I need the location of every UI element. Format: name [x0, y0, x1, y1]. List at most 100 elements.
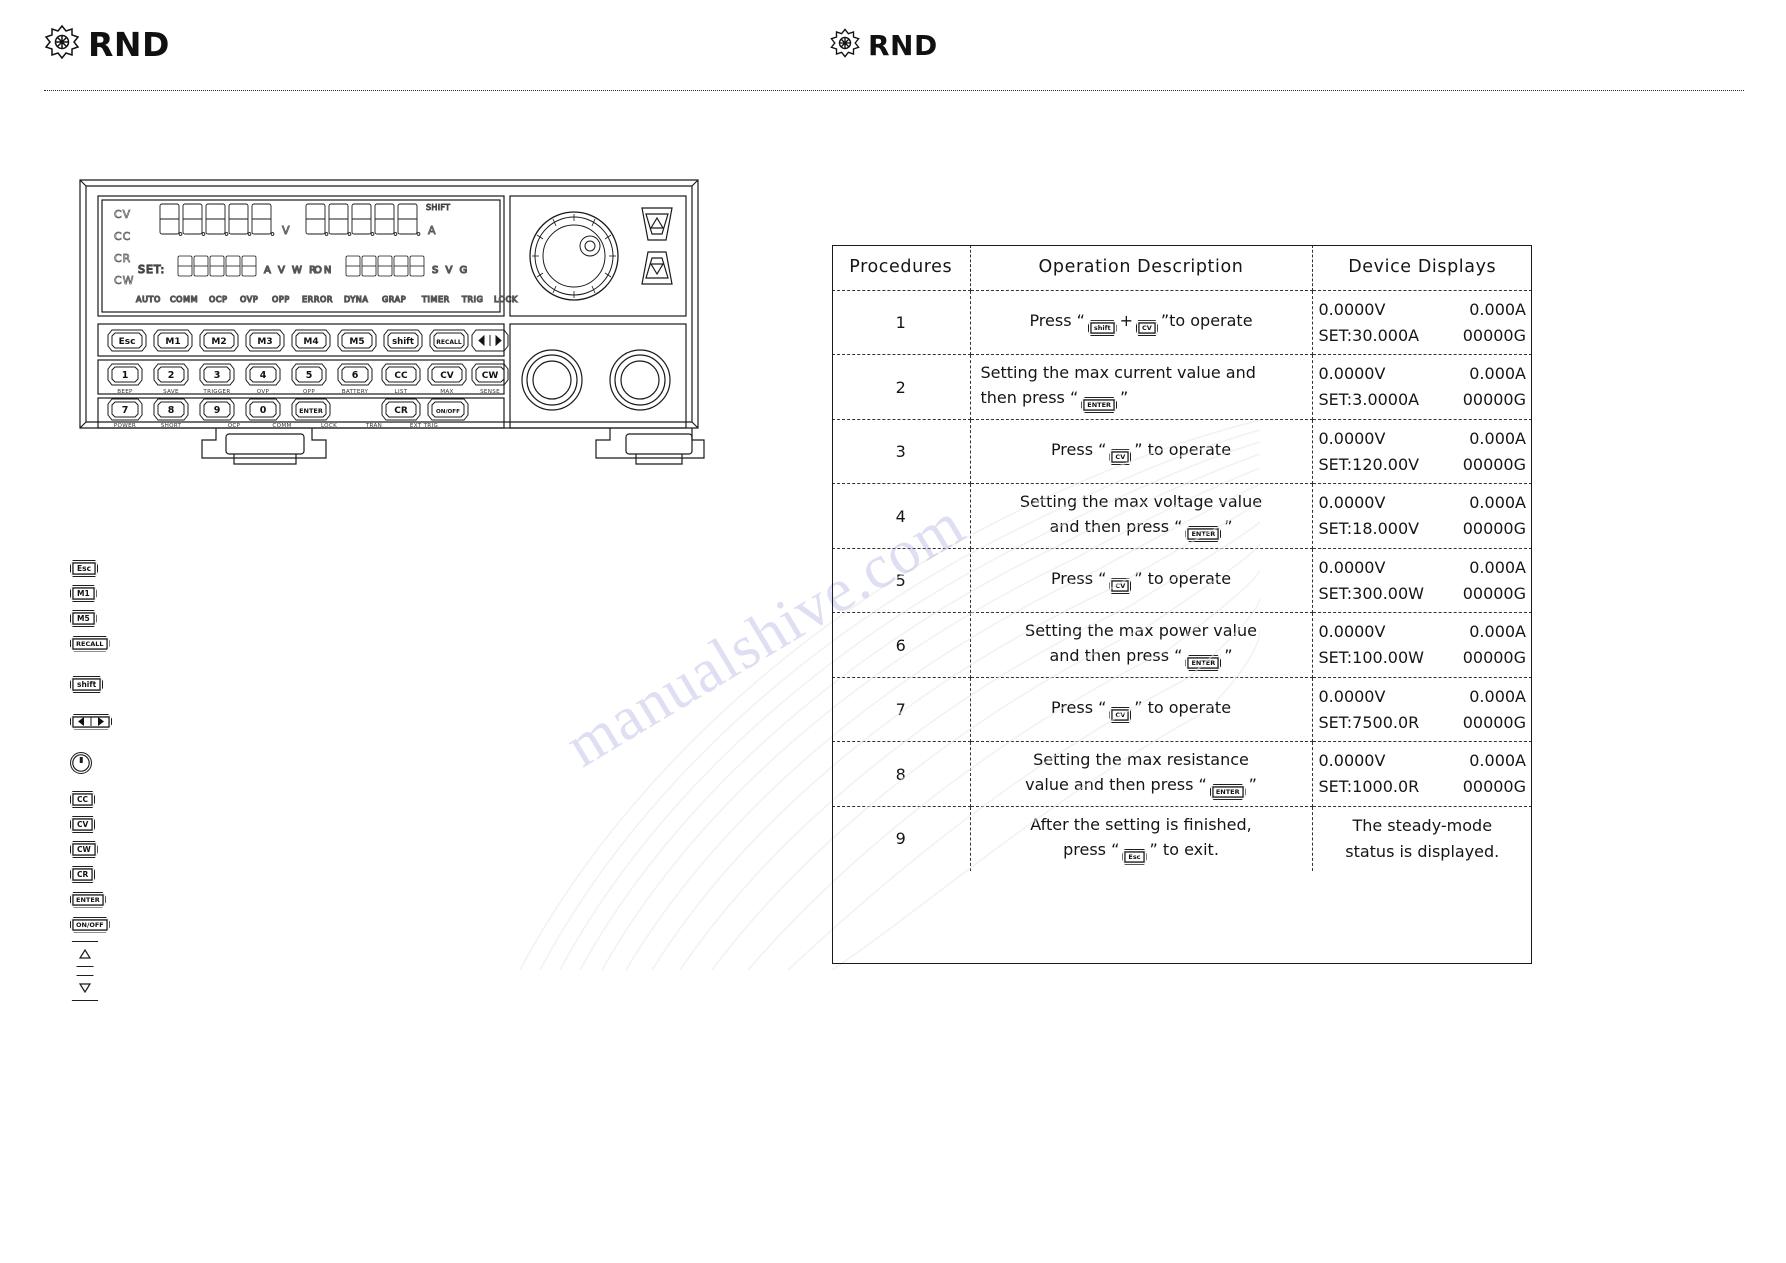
- svg-text:M5: M5: [349, 337, 364, 347]
- desc-line2-wrap: and then press “ENTER”: [977, 644, 1306, 671]
- svg-text:COMM: COMM: [272, 423, 291, 429]
- desc-text-post: ” to operate: [1134, 440, 1232, 460]
- row-number: 9: [832, 806, 971, 871]
- desc-text-line2: then press “: [980, 387, 1079, 407]
- display-aux-value: 00000G: [1462, 325, 1526, 345]
- display-current: 0.000A: [1469, 751, 1526, 771]
- desc-text-mid: +: [1119, 311, 1133, 331]
- display-current: 0.000A: [1469, 686, 1526, 706]
- key-left-right-arrows[interactable]: [70, 713, 112, 730]
- row-number: 6: [832, 612, 971, 678]
- key-m5[interactable]: M5: [70, 610, 97, 627]
- row-number: 2: [832, 354, 971, 420]
- row-number: 3: [832, 419, 971, 485]
- brand-header-left: RND: [42, 22, 170, 67]
- row-description: Press “CV” to operate: [970, 419, 1313, 485]
- svg-text:TRIG: TRIG: [461, 295, 483, 304]
- row-description: After the setting is finished, press “Es…: [970, 806, 1313, 871]
- key-on-off[interactable]: ON/OFF: [70, 916, 110, 933]
- key-m1[interactable]: M1: [70, 585, 97, 602]
- key-esc[interactable]: Esc: [70, 560, 99, 577]
- svg-text:CV: CV: [440, 371, 454, 381]
- svg-text:OCP: OCP: [228, 423, 241, 429]
- display-set-value: SET:18.000V: [1318, 519, 1420, 539]
- svg-text:LOCK: LOCK: [494, 295, 518, 304]
- inline-key-cv[interactable]: CV: [1109, 449, 1132, 466]
- svg-text:OVP: OVP: [257, 389, 270, 395]
- inline-key-cv[interactable]: CV: [1136, 320, 1158, 337]
- svg-text:EXT TRIG: EXT TRIG: [410, 423, 438, 429]
- row-description: Setting the max power value and then pre…: [970, 612, 1313, 678]
- table-header-row: Procedures Operation Description Device …: [832, 245, 1532, 291]
- display-aux-value: 00000G: [1462, 583, 1526, 603]
- row-description: Setting the max resistance value and the…: [970, 741, 1313, 807]
- desc-text-line2: press “: [1063, 839, 1120, 859]
- svg-text:MAX: MAX: [440, 389, 453, 395]
- key-shift[interactable]: shift: [70, 676, 104, 693]
- legend-item-knob: [70, 750, 150, 775]
- display-line-1: 0.0000V 0.000A: [1319, 619, 1527, 645]
- inline-key-enter[interactable]: ENTER: [1185, 525, 1222, 542]
- header-procedures: Procedures: [832, 245, 971, 291]
- key-cw[interactable]: CW: [70, 841, 98, 858]
- desc-text-post: ”: [1120, 387, 1129, 407]
- key-cv[interactable]: CV: [70, 816, 96, 833]
- display-line-1: 0.0000V 0.000A: [1319, 684, 1527, 710]
- svg-text:RECALL: RECALL: [436, 339, 462, 346]
- display-line-1: 0.0000V 0.000A: [1319, 361, 1527, 387]
- row-description: Press “CV” to operate: [970, 548, 1313, 614]
- inline-key-enter[interactable]: ENTER: [1081, 396, 1118, 413]
- svg-text:LOCK: LOCK: [321, 423, 337, 429]
- legend-item-cw: CW: [70, 837, 150, 862]
- display-current: 0.000A: [1469, 300, 1526, 319]
- inline-key-esc[interactable]: Esc: [1122, 848, 1147, 865]
- svg-text:shift: shift: [392, 337, 414, 347]
- svg-text:1: 1: [122, 370, 129, 381]
- svg-text:M3: M3: [257, 337, 272, 347]
- legend-spacer-4: [70, 775, 150, 787]
- header-operation-description: Operation Description: [970, 245, 1313, 291]
- key-arrow-up[interactable]: [71, 941, 99, 967]
- svg-text:7: 7: [122, 405, 129, 416]
- desc-text-line1: Setting the max current value and: [980, 363, 1256, 383]
- key-cr[interactable]: CR: [70, 866, 96, 883]
- display-line-2: SET:18.000V 00000G: [1319, 516, 1527, 542]
- svg-text:TRIGGER: TRIGGER: [202, 389, 230, 395]
- display-set-value: SET:120.00V: [1318, 454, 1420, 474]
- display-line-1: 0.0000V 0.000A: [1319, 426, 1527, 452]
- legend-item-recall: RECALL: [70, 631, 150, 656]
- inline-key-shift[interactable]: shift: [1087, 320, 1117, 337]
- display-aux-value: 00000G: [1462, 519, 1526, 539]
- svg-text:ON: ON: [314, 265, 333, 276]
- rotary-knob-icon[interactable]: [70, 751, 92, 774]
- legend-item-onoff: ON/OFF: [70, 912, 150, 937]
- svg-text:8: 8: [168, 405, 175, 416]
- desc-text-post: ”: [1248, 774, 1257, 794]
- row-number: 1: [832, 290, 971, 356]
- svg-text:LIST: LIST: [395, 389, 408, 395]
- inline-key-enter[interactable]: ENTER: [1185, 654, 1222, 671]
- row-device-display: The steady-mode status is displayed.: [1312, 806, 1532, 870]
- inline-key-enter[interactable]: ENTER: [1209, 783, 1246, 800]
- svg-text:CR: CR: [394, 406, 408, 416]
- legend-item-enter: ENTER: [70, 887, 150, 912]
- device-panel-svg: CV CC CR CW V A SHIFT SET: A V W R ON S …: [79, 179, 705, 465]
- key-cc[interactable]: CC: [70, 791, 96, 808]
- key-arrow-down[interactable]: [71, 975, 99, 1001]
- inline-key-cv[interactable]: CV: [1109, 707, 1132, 724]
- table-row: 6 Setting the max power value and then p…: [832, 612, 1532, 678]
- legend-item-cc: CC: [70, 787, 150, 812]
- svg-text:ON/OFF: ON/OFF: [436, 409, 460, 415]
- display-voltage: 0.0000V: [1318, 493, 1386, 513]
- svg-text:9: 9: [214, 405, 221, 416]
- display-voltage: 0.0000V: [1318, 364, 1386, 384]
- desc-text-line2: and then press “: [1049, 516, 1183, 536]
- display-voltage: 0.0000V: [1318, 686, 1386, 706]
- svg-text:2: 2: [168, 370, 175, 381]
- key-recall[interactable]: RECALL: [70, 635, 110, 652]
- svg-text:TRAN: TRAN: [365, 423, 382, 429]
- display-line-2: SET:100.00W 00000G: [1319, 645, 1527, 671]
- key-enter[interactable]: ENTER: [70, 891, 106, 908]
- inline-key-cv[interactable]: CV: [1109, 578, 1132, 595]
- desc-text-line1: Setting the max resistance: [1033, 750, 1249, 770]
